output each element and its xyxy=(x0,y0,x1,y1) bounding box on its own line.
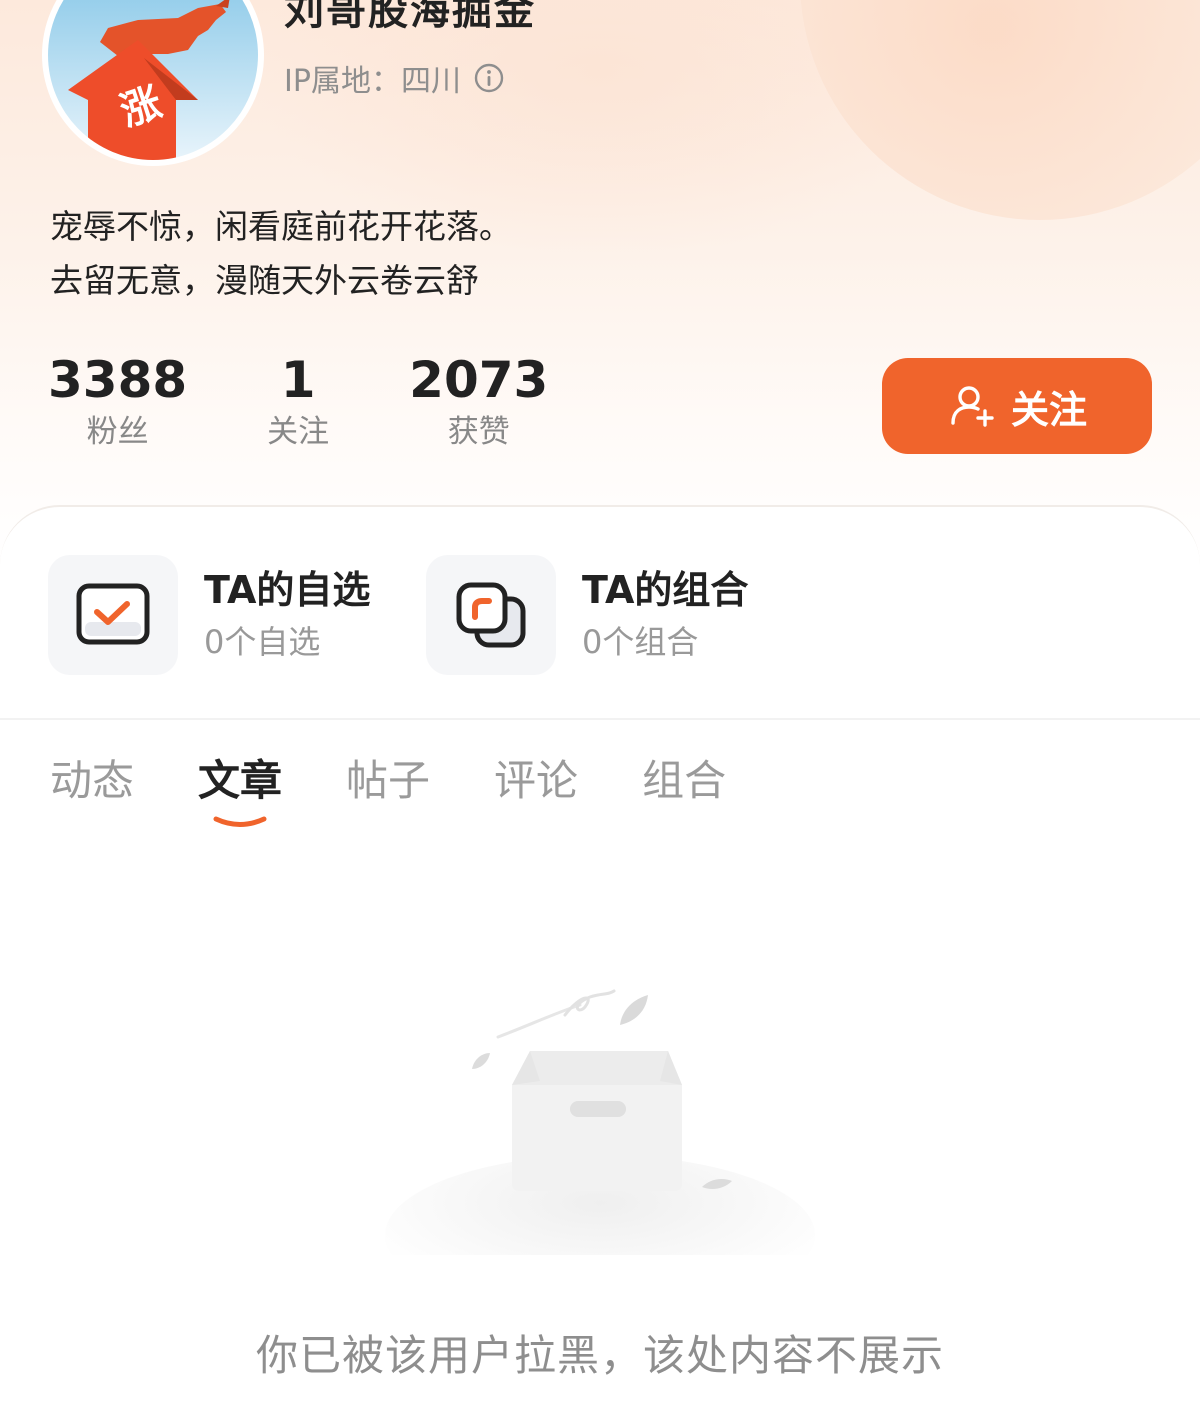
tab-label: 评论 xyxy=(494,756,579,805)
checkbox-icon xyxy=(76,583,150,645)
watchlist-title: TA的自选 xyxy=(204,568,371,612)
stat-value: 3388 xyxy=(48,351,188,409)
tab-comments[interactable]: 评论 xyxy=(494,748,578,814)
stat-following[interactable]: 1 关注 xyxy=(267,350,329,452)
tab-articles[interactable]: 文章 xyxy=(198,748,283,827)
tab-posts[interactable]: 帖子 xyxy=(346,748,430,814)
follow-button[interactable]: 关注 xyxy=(882,358,1152,454)
tab-label: 组合 xyxy=(642,756,727,805)
follow-button-label: 关注 xyxy=(1010,387,1087,432)
stats-row: 3388 粉丝 1 关注 2073 获赞 xyxy=(48,350,628,452)
content-tabs: 动态 文章 帖子 评论 组合 xyxy=(50,748,790,827)
watchlist-count: 0个自选 xyxy=(204,623,321,661)
ip-location-text: IP属地：四川 xyxy=(284,64,461,99)
tab-portfolios[interactable]: 组合 xyxy=(642,748,726,814)
portfolio-title: TA的组合 xyxy=(582,568,749,612)
tab-feed[interactable]: 动态 xyxy=(50,748,134,814)
stat-label: 粉丝 xyxy=(86,414,149,450)
empty-state-message: 你已被该用户拉黑，该处内容不展示 xyxy=(255,1331,944,1380)
ip-location: IP属地：四川 xyxy=(284,56,505,100)
username: 刘哥股海掘金 xyxy=(284,0,536,34)
stat-label: 获赞 xyxy=(447,414,510,450)
bio: 宠辱不惊，闲看庭前花开花落。 去留无意，漫随天外云卷云舒 xyxy=(50,200,512,308)
active-tab-indicator xyxy=(213,816,267,827)
divider xyxy=(0,718,1200,720)
portfolio-entry[interactable]: TA的组合 0个组合 xyxy=(426,555,748,675)
portfolio-icon-box xyxy=(426,555,556,675)
add-user-icon xyxy=(951,386,994,427)
stat-label: 关注 xyxy=(267,414,330,450)
tab-label: 帖子 xyxy=(346,756,431,805)
stat-value: 1 xyxy=(280,351,316,409)
tab-label: 文章 xyxy=(198,756,283,805)
stacked-squares-icon xyxy=(456,582,526,648)
info-icon[interactable] xyxy=(473,62,505,94)
entries-card: TA的自选 0个自选 TA的组合 0个组合 xyxy=(0,505,1200,722)
tab-label: 动态 xyxy=(50,756,135,805)
bio-line: 宠辱不惊，闲看庭前花开花落。 xyxy=(50,207,512,246)
portfolio-count: 0个组合 xyxy=(582,623,699,661)
watchlist-entry[interactable]: TA的自选 0个自选 xyxy=(48,555,370,675)
watchlist-icon-box xyxy=(48,555,178,675)
stat-value: 2073 xyxy=(409,351,549,409)
stat-likes[interactable]: 2073 获赞 xyxy=(409,350,548,452)
bio-line: 去留无意，漫随天外云卷云舒 xyxy=(50,261,479,300)
stat-followers[interactable]: 3388 粉丝 xyxy=(48,350,187,452)
empty-box-icon xyxy=(385,989,815,1255)
